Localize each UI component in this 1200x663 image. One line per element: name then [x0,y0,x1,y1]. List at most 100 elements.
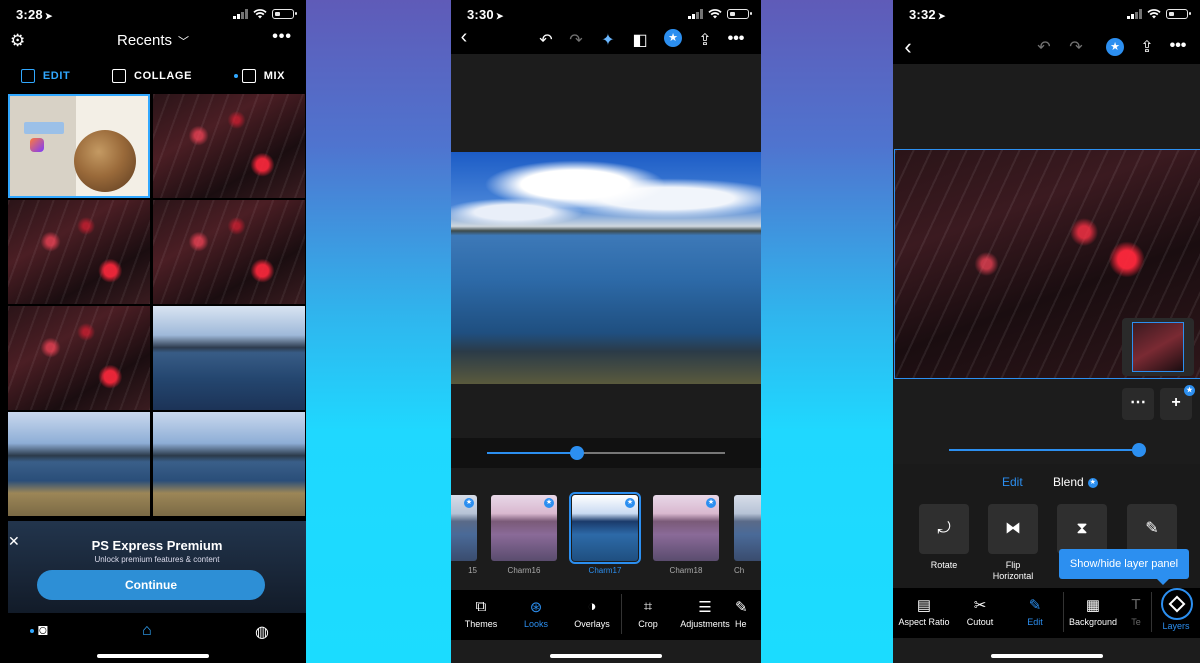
look-intensity-slider[interactable] [451,438,761,468]
mode-mix[interactable]: MIX [233,69,285,83]
battery-icon [272,9,297,19]
segment-edit[interactable]: Edit [1002,475,1023,489]
mix-icon [241,69,256,83]
recents-header: ⚙ Recents ﹀ ••• [0,28,306,58]
layers-toggle-button[interactable] [1161,588,1193,620]
tab-adjustments[interactable]: ☰ Adjustments [676,598,734,629]
redo-icon[interactable]: ↷ [565,30,587,50]
recents-title-dropdown[interactable]: Recents ﹀ [0,32,306,49]
tab-edit[interactable]: ✎ Edit [1007,596,1063,627]
premium-star-icon[interactable]: ★ [664,29,682,47]
edited-photo-lake [451,152,761,384]
mode-edit[interactable]: EDIT [20,69,70,83]
photos-app-icon [30,138,44,152]
redo-icon[interactable]: ↷ [1065,37,1087,57]
tab-themes[interactable]: ⧉ Themes [453,598,509,629]
tab-cutout[interactable]: ✂ Cutout [952,596,1008,627]
more-icon[interactable]: ••• [725,30,747,48]
rotate-icon: ⤾ [919,504,969,554]
looks-strip: ★15 ★Charm16 ★Charm17 ★Charm18 ★Ch [451,492,761,582]
tab-layers[interactable]: Layers [1153,621,1199,631]
slider-knob[interactable] [1132,443,1146,457]
look-thumbnail[interactable]: ★Ch [734,495,761,577]
status-bar: 3:28 ➤ [0,0,306,28]
photo-thumbnail[interactable] [8,412,150,516]
look-thumbnail[interactable]: ★ 15 [451,495,477,577]
status-indicators [233,9,297,19]
layer-more-button[interactable]: ⋯ [1122,388,1154,420]
looks-icon: ⊛ [529,599,543,616]
share-icon[interactable]: ⇪ [694,30,716,50]
segment-blend[interactable]: Blend ★ [1053,475,1098,489]
themes-icon: ⧉ [475,598,487,615]
bread-photo [74,130,136,192]
edit-icon: ✎ [1028,597,1042,614]
tab-heal[interactable]: ✎ He [735,598,761,629]
premium-star-icon: ★ [706,498,716,508]
home-icon[interactable]: ⌂ [142,622,152,640]
mode-switcher: EDIT COLLAGE MIX [0,60,306,92]
page-title: Recents [116,32,173,49]
layer-thumbnail[interactable] [1132,322,1184,372]
photo-thumbnail[interactable] [8,306,150,410]
tool-flip-horizontal[interactable]: ⧓ Flip Horizontal [988,504,1038,582]
premium-star-icon[interactable]: ★ [1106,38,1124,56]
slider-knob[interactable] [570,446,585,460]
status-time: 3:32 ➤ [909,7,946,22]
tab-overlays[interactable]: ◑ Overlays [564,598,620,629]
premium-star-icon: ★ [1087,477,1098,488]
edit-pencil-icon: ✎ [1127,504,1177,554]
look-thumbnail[interactable]: ★ Charm18 [653,495,719,577]
photo-thumbnail[interactable] [8,200,150,304]
status-time: 3:30 ➤ [467,7,504,22]
mode-collage[interactable]: COLLAGE [112,69,192,83]
cutout-icon: ✂ [973,597,987,614]
wifi-icon [253,9,267,19]
home-indicator [550,654,662,658]
continue-button[interactable]: Continue [37,570,265,600]
status-bar: 3:32 ➤ [893,0,1200,28]
photo-thumbnail[interactable] [153,412,305,516]
tool-rotate[interactable]: ⤾ Rotate [919,504,969,571]
premium-title: PS Express Premium [91,538,223,553]
photo-thumbnail[interactable] [8,94,150,198]
home-indicator [97,654,209,658]
flip-vertical-icon: ⧗ [1057,504,1107,554]
undo-icon[interactable]: ↶ [535,30,557,50]
more-icon: ⋯ [1130,394,1146,411]
adjustments-icon: ☰ [698,599,712,616]
tab-crop[interactable]: ⌗ Crop [620,598,676,629]
layer-panel-tooltip: Show/hide layer panel [1059,549,1189,585]
tab-bar: ◙ ⌂ ◍ [0,613,306,653]
editor-bottom-tabs: ⧉ Themes ⊛ Looks ◑ Overlays ⌗ Crop ☰ Adjustme… [451,590,761,640]
look-thumbnail[interactable]: ★ Charm16 [491,495,557,577]
editor-toolbar: ‹ ↶ ↷ ★ ⇪ ••• [893,28,1200,64]
wifi-icon [1147,9,1161,19]
flip-horizontal-icon: ⧓ [988,504,1038,554]
tab-text[interactable]: T Te [1121,596,1151,627]
camera-icon[interactable]: ◙ [30,622,48,640]
share-icon[interactable]: ⇪ [1136,37,1158,57]
magic-wand-icon[interactable]: ✦ [597,30,619,50]
battery-icon [1166,9,1191,19]
plus-icon: + [1171,394,1181,411]
add-layer-button[interactable]: + ★ [1160,385,1195,420]
compare-icon[interactable]: ◧ [629,30,651,50]
back-icon[interactable]: ‹ [897,34,919,60]
photo-thumbnail[interactable] [153,306,305,410]
photo-thumbnail[interactable] [153,200,305,304]
back-icon[interactable]: ‹ [453,26,475,49]
more-icon[interactable]: ••• [1167,37,1189,55]
tab-background[interactable]: ▦ Background [1064,596,1122,627]
undo-icon[interactable]: ↶ [1033,37,1055,57]
tab-aspect-ratio[interactable]: ▤ Aspect Ratio [895,596,953,627]
opacity-slider[interactable] [893,435,1200,465]
editor-toolbar: ‹ ↶ ↷ ✦ ◧ ★ ⇪ ••• [451,26,761,54]
photo-thumbnail[interactable] [153,94,305,198]
look-thumbnail-selected[interactable]: ★ Charm17 [569,492,641,577]
globe-icon[interactable]: ◍ [255,622,269,642]
cellular-signal-icon [688,9,703,19]
heal-icon: ✎ [735,599,748,616]
more-icon[interactable]: ••• [272,28,292,46]
tab-looks[interactable]: ⊛ Looks [508,598,564,629]
